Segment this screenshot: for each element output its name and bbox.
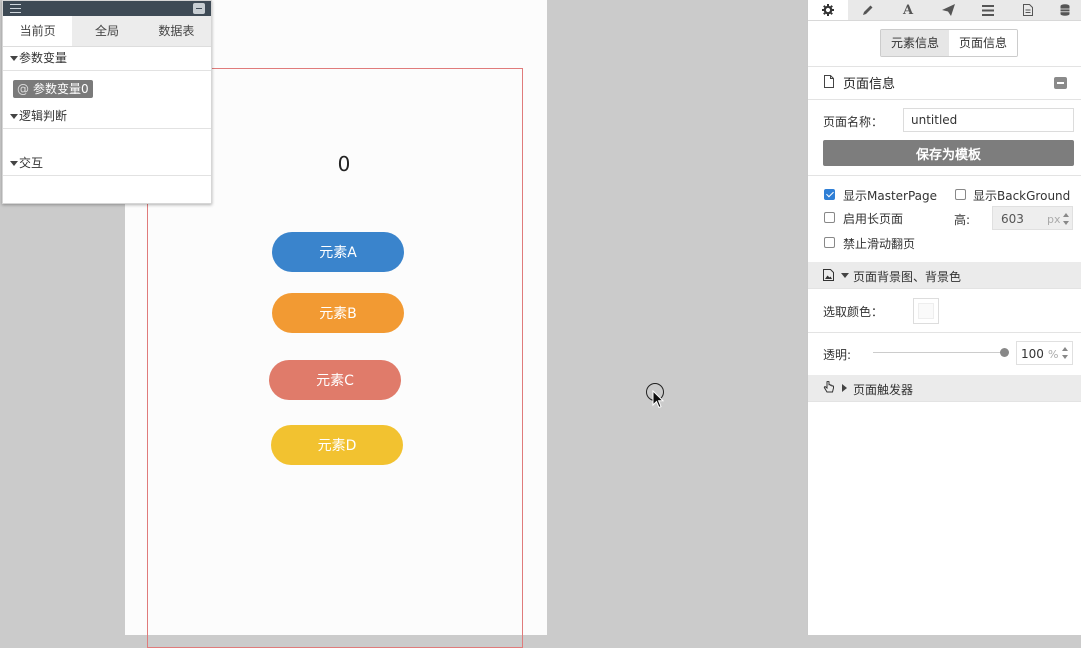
properties-panel: A 元素信息 页面信息 页面信息 页面名称： 保存为模板 显示MasterPag… <box>807 0 1081 635</box>
section-title: 页面信息 <box>843 77 896 92</box>
element-d-label: 元素D <box>317 438 357 454</box>
pencil-icon[interactable] <box>848 0 888 20</box>
element-c-label: 元素C <box>316 373 354 389</box>
collapse-icon[interactable] <box>193 3 205 14</box>
variable-chip[interactable]: @ 参数变量0 <box>13 80 93 98</box>
opacity-slider-handle[interactable] <box>999 348 1009 357</box>
database-icon[interactable] <box>1048 0 1081 20</box>
collapse-icon[interactable] <box>1054 77 1067 89</box>
document-icon <box>824 75 834 88</box>
stepper-down-icon[interactable] <box>1062 355 1068 359</box>
element-a-button[interactable]: 元素A <box>272 232 404 272</box>
element-d-button[interactable]: 元素D <box>271 425 403 465</box>
panel-titlebar[interactable] <box>3 1 211 16</box>
opacity-label: 透明: <box>823 348 852 362</box>
caret-down-icon <box>10 114 18 119</box>
page-name-label: 页面名称： <box>823 115 884 129</box>
pick-color-label: 选取颜色： <box>823 305 884 319</box>
element-b-button[interactable]: 元素B <box>272 293 404 333</box>
properties-toolbar: A <box>808 0 1081 21</box>
section-interaction[interactable]: 交互 <box>3 152 211 174</box>
tab-datatable[interactable]: 数据表 <box>142 16 211 46</box>
section-interaction-label: 交互 <box>19 156 44 170</box>
element-b-label: 元素B <box>319 306 357 322</box>
tab-global[interactable]: 全局 <box>72 16 141 46</box>
show-masterpage-checkbox[interactable] <box>824 189 835 200</box>
page-info-tab[interactable]: 页面信息 <box>949 30 1018 56</box>
paper-plane-icon[interactable] <box>928 0 968 20</box>
stepper-down-icon[interactable] <box>1063 221 1069 225</box>
hand-pointer-icon <box>823 381 834 393</box>
show-background-checkbox[interactable] <box>955 189 966 200</box>
bg-section-label: 页面背景图、背景色 <box>853 270 962 284</box>
height-stepper[interactable]: 603 px <box>992 206 1073 230</box>
document-icon[interactable] <box>1008 0 1048 20</box>
element-c-button[interactable]: 元素C <box>269 360 401 400</box>
divider <box>3 175 211 176</box>
panel-tabs: 当前页 全局 数据表 <box>3 16 211 47</box>
stepper-up-icon[interactable] <box>1063 213 1069 217</box>
element-info-tab[interactable]: 元素信息 <box>881 30 950 56</box>
height-unit: px <box>1047 213 1061 226</box>
divider <box>808 401 1081 402</box>
font-icon[interactable]: A <box>888 0 928 20</box>
show-masterpage-label: 显示MasterPage <box>843 189 938 203</box>
stepper-up-icon[interactable] <box>1062 347 1068 351</box>
divider <box>808 99 1081 100</box>
opacity-unit: % <box>1048 348 1059 361</box>
divider <box>808 332 1081 333</box>
disable-swipe-checkbox[interactable] <box>824 237 835 248</box>
height-value: 603 <box>1001 212 1024 226</box>
tab-current-page[interactable]: 当前页 <box>3 16 73 46</box>
trigger-section-header[interactable]: 页面触发器 <box>808 375 1081 401</box>
divider <box>808 66 1081 67</box>
caret-right-icon <box>842 384 847 392</box>
divider <box>808 175 1081 176</box>
section-params-label: 参数变量 <box>19 51 68 65</box>
opacity-slider-track[interactable] <box>873 352 1005 353</box>
trigger-section-label: 页面触发器 <box>853 383 914 397</box>
list-icon[interactable] <box>968 0 1008 20</box>
section-params[interactable]: 参数变量 <box>3 47 211 69</box>
variable-chip-label: 参数变量0 <box>33 82 89 96</box>
caret-down-icon <box>10 56 18 61</box>
opacity-stepper[interactable]: 100 % <box>1016 341 1073 365</box>
height-label: 高: <box>954 213 971 227</box>
section-logic-label: 逻辑判断 <box>19 109 68 123</box>
caret-down-icon <box>841 273 849 278</box>
save-as-template-button[interactable]: 保存为模板 <box>823 140 1074 166</box>
page-name-input[interactable] <box>903 108 1074 132</box>
long-page-label: 启用长页面 <box>843 212 904 226</box>
long-page-checkbox[interactable] <box>824 212 835 223</box>
opacity-value: 100 <box>1021 347 1044 361</box>
variables-panel: 当前页 全局 数据表 参数变量 @ 参数变量0 逻辑判断 交互 <box>2 0 212 204</box>
image-icon <box>823 269 834 281</box>
divider <box>808 288 1081 289</box>
divider <box>3 128 211 129</box>
mouse-pointer-icon <box>652 390 665 409</box>
color-picker-swatch[interactable] <box>913 298 939 324</box>
disable-swipe-label: 禁止滑动翻页 <box>843 237 916 251</box>
at-icon: @ <box>17 82 29 96</box>
divider <box>3 70 211 71</box>
counter-text[interactable]: 0 <box>328 152 360 176</box>
info-segmented-control: 元素信息 页面信息 <box>880 29 1019 57</box>
show-background-label: 显示BackGround <box>973 189 1071 203</box>
gear-icon[interactable] <box>808 0 848 20</box>
menu-icon[interactable] <box>10 4 21 13</box>
element-a-label: 元素A <box>319 245 357 261</box>
bg-section-header[interactable]: 页面背景图、背景色 <box>808 262 1081 288</box>
section-logic[interactable]: 逻辑判断 <box>3 105 211 127</box>
caret-down-icon <box>10 161 18 166</box>
